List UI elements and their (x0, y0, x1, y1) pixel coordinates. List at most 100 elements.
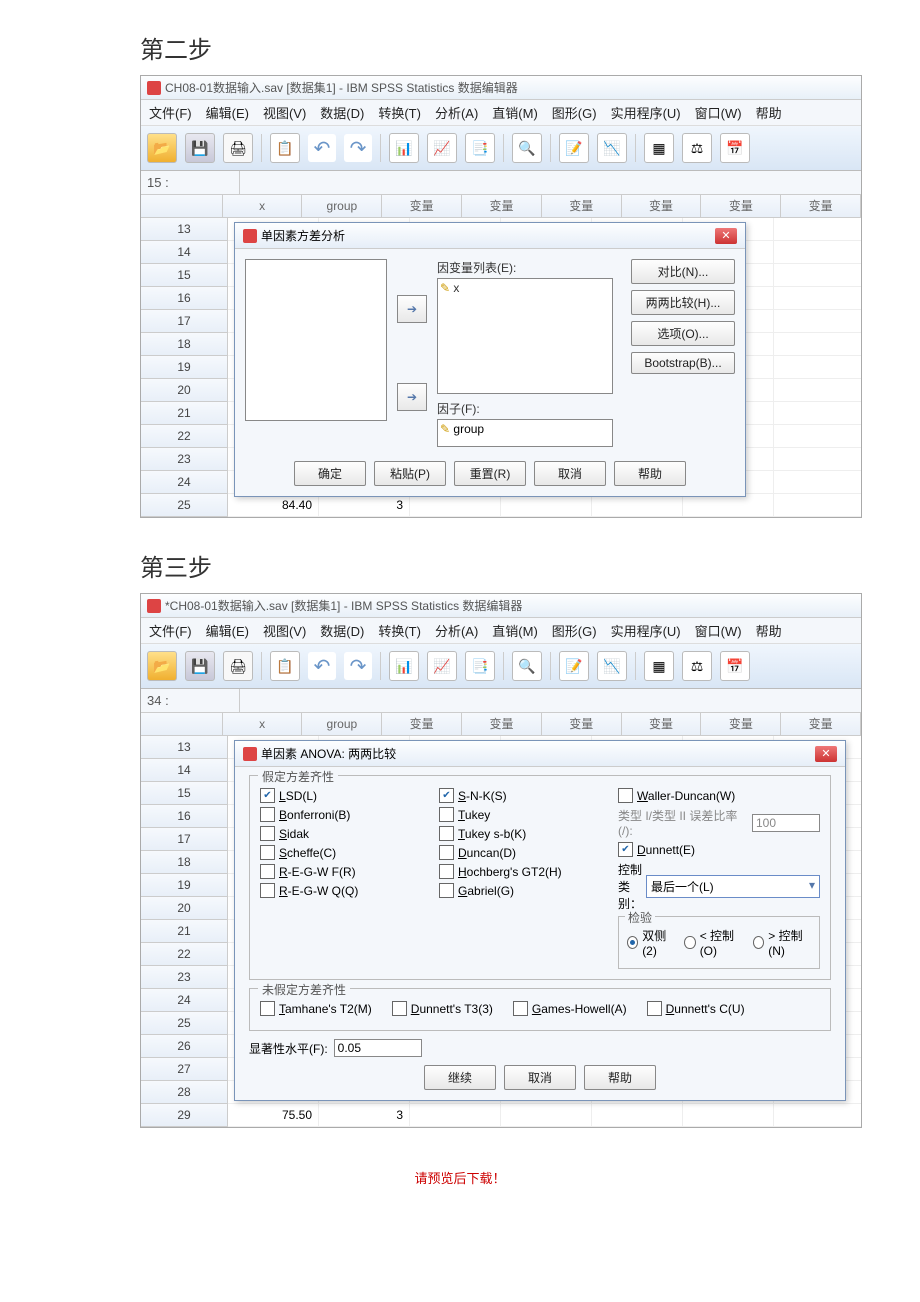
toolbar-1[interactable]: 📂 💾 🖨 📋 ↶ ↷ 📊 📈 📑 🔍 📝 📉 ▦ ⚖ 📅 (141, 126, 861, 171)
redo-icon[interactable]: ↷ (344, 134, 372, 162)
goto-icon[interactable]: 📊 (389, 133, 419, 163)
checkbox-option[interactable]: ✔Dunnett(E) (618, 842, 820, 857)
row-header[interactable]: 16 (141, 805, 227, 828)
chart-icon[interactable]: 📉 (597, 651, 627, 681)
menu-item[interactable]: 视图(V) (263, 624, 306, 639)
row-header[interactable]: 24 (141, 471, 227, 494)
column-header[interactable] (141, 195, 223, 217)
dialog-side-button[interactable]: 对比(N)... (631, 259, 735, 284)
row-header[interactable]: 20 (141, 379, 227, 402)
column-header[interactable]: x (223, 195, 303, 217)
checkbox-option[interactable]: Scheffe(C) (260, 845, 425, 860)
radio-option[interactable]: 双侧(2) (627, 927, 674, 958)
checkbox-option[interactable]: R-E-G-W Q(Q) (260, 883, 425, 898)
grid-icon[interactable]: ▦ (644, 651, 674, 681)
grid-cell[interactable] (592, 494, 683, 516)
column-header[interactable]: 变量 (542, 713, 622, 735)
menu-item[interactable]: 实用程序(U) (611, 106, 681, 121)
grid-cell[interactable]: 84.40 (228, 494, 319, 516)
grid-cell[interactable] (410, 494, 501, 516)
grid-cell[interactable] (774, 218, 862, 240)
grid-cell[interactable] (774, 333, 862, 355)
insert-icon[interactable]: 📝 (559, 651, 589, 681)
row-header[interactable]: 17 (141, 828, 227, 851)
scale-icon[interactable]: ⚖ (682, 133, 712, 163)
grid-cell[interactable]: 3 (319, 1104, 410, 1126)
menu-item[interactable]: 实用程序(U) (611, 624, 681, 639)
move-to-dependent-button[interactable]: ➔ (397, 295, 427, 323)
menu-item[interactable]: 数据(D) (320, 624, 364, 639)
find-icon[interactable]: 📑 (465, 133, 495, 163)
radio-option[interactable]: > 控制(N) (753, 927, 811, 958)
row-header[interactable]: 25 (141, 1012, 227, 1035)
dialog-side-button[interactable]: 选项(O)... (631, 321, 735, 346)
cal-icon[interactable]: 📅 (720, 651, 750, 681)
move-to-factor-button[interactable]: ➔ (397, 383, 427, 411)
column-header[interactable]: x (223, 713, 303, 735)
checkbox-option[interactable]: ✔S-N-K(S) (439, 788, 604, 803)
column-header[interactable]: group (302, 713, 382, 735)
recall-icon[interactable]: 📋 (270, 651, 300, 681)
menu-item[interactable]: 编辑(E) (206, 624, 249, 639)
row-header[interactable]: 29 (141, 1104, 227, 1127)
dialog-footer-button[interactable]: 取消 (504, 1065, 576, 1090)
grid-cell[interactable] (774, 310, 862, 332)
grid-cell[interactable] (774, 494, 862, 516)
binoculars-icon[interactable]: 🔍 (512, 133, 542, 163)
menu-item[interactable]: 转换(T) (378, 624, 421, 639)
grid-cell[interactable] (774, 379, 862, 401)
undo-icon[interactable]: ↶ (308, 652, 336, 680)
chart-icon[interactable]: 📉 (597, 133, 627, 163)
checkbox-option[interactable]: Gabriel(G) (439, 883, 604, 898)
grid-cell[interactable]: 3 (319, 494, 410, 516)
toolbar-2[interactable]: 📂 💾 🖨 📋 ↶ ↷ 📊 📈 📑 🔍 📝 📉 ▦ ⚖ 📅 (141, 644, 861, 689)
grid-cell[interactable] (501, 1104, 592, 1126)
close-icon[interactable]: ✕ (715, 228, 737, 244)
binoculars-icon[interactable]: 🔍 (512, 651, 542, 681)
significance-input[interactable] (334, 1039, 422, 1057)
row-header[interactable]: 15 (141, 264, 227, 287)
redo-icon[interactable]: ↷ (344, 652, 372, 680)
column-header[interactable] (141, 713, 223, 735)
checkbox-option[interactable]: Tukey s-b(K) (439, 826, 604, 841)
print-icon[interactable]: 🖨 (223, 651, 253, 681)
checkbox-option[interactable]: ✔LSD(L) (260, 788, 425, 803)
checkbox-option[interactable]: Games-Howell(A) (513, 1001, 627, 1016)
dialog-side-button[interactable]: Bootstrap(B)... (631, 352, 735, 374)
grid-cell[interactable] (410, 1104, 501, 1126)
row-header[interactable]: 27 (141, 1058, 227, 1081)
row-header[interactable]: 17 (141, 310, 227, 333)
row-header[interactable]: 15 (141, 782, 227, 805)
menu-item[interactable]: 视图(V) (263, 106, 306, 121)
close-icon[interactable]: ✕ (815, 746, 837, 762)
column-header[interactable]: 变量 (382, 713, 462, 735)
menu-item[interactable]: 分析(A) (435, 624, 478, 639)
source-variable-list[interactable] (245, 259, 387, 421)
dependent-list[interactable]: ✎ x (437, 278, 613, 394)
checkbox-option[interactable]: Dunnett's T3(3) (392, 1001, 493, 1016)
menu-item[interactable]: 窗口(W) (695, 106, 742, 121)
menu-item[interactable]: 帮助 (756, 624, 782, 639)
menu-item[interactable]: 转换(T) (378, 106, 421, 121)
grid-cell[interactable] (774, 402, 862, 424)
column-header[interactable]: 变量 (462, 713, 542, 735)
row-header[interactable]: 19 (141, 874, 227, 897)
recall-icon[interactable]: 📋 (270, 133, 300, 163)
row-header[interactable]: 22 (141, 425, 227, 448)
dialog-footer-button[interactable]: 确定 (294, 461, 366, 486)
grid-cell[interactable]: 75.50 (228, 1104, 319, 1126)
menu-item[interactable]: 文件(F) (149, 624, 192, 639)
row-header[interactable]: 23 (141, 966, 227, 989)
row-header[interactable]: 25 (141, 494, 227, 517)
grid-cell[interactable] (501, 494, 592, 516)
menu-item[interactable]: 分析(A) (435, 106, 478, 121)
column-header[interactable]: 变量 (542, 195, 622, 217)
column-header[interactable]: 变量 (622, 195, 702, 217)
menu-item[interactable]: 图形(G) (552, 106, 597, 121)
grid-cell[interactable] (774, 425, 862, 447)
column-header[interactable]: 变量 (382, 195, 462, 217)
row-header[interactable]: 14 (141, 759, 227, 782)
menu-item[interactable]: 数据(D) (320, 106, 364, 121)
undo-icon[interactable]: ↶ (308, 134, 336, 162)
menubar-2[interactable]: 文件(F)编辑(E)视图(V)数据(D)转换(T)分析(A)直销(M)图形(G)… (141, 618, 861, 644)
